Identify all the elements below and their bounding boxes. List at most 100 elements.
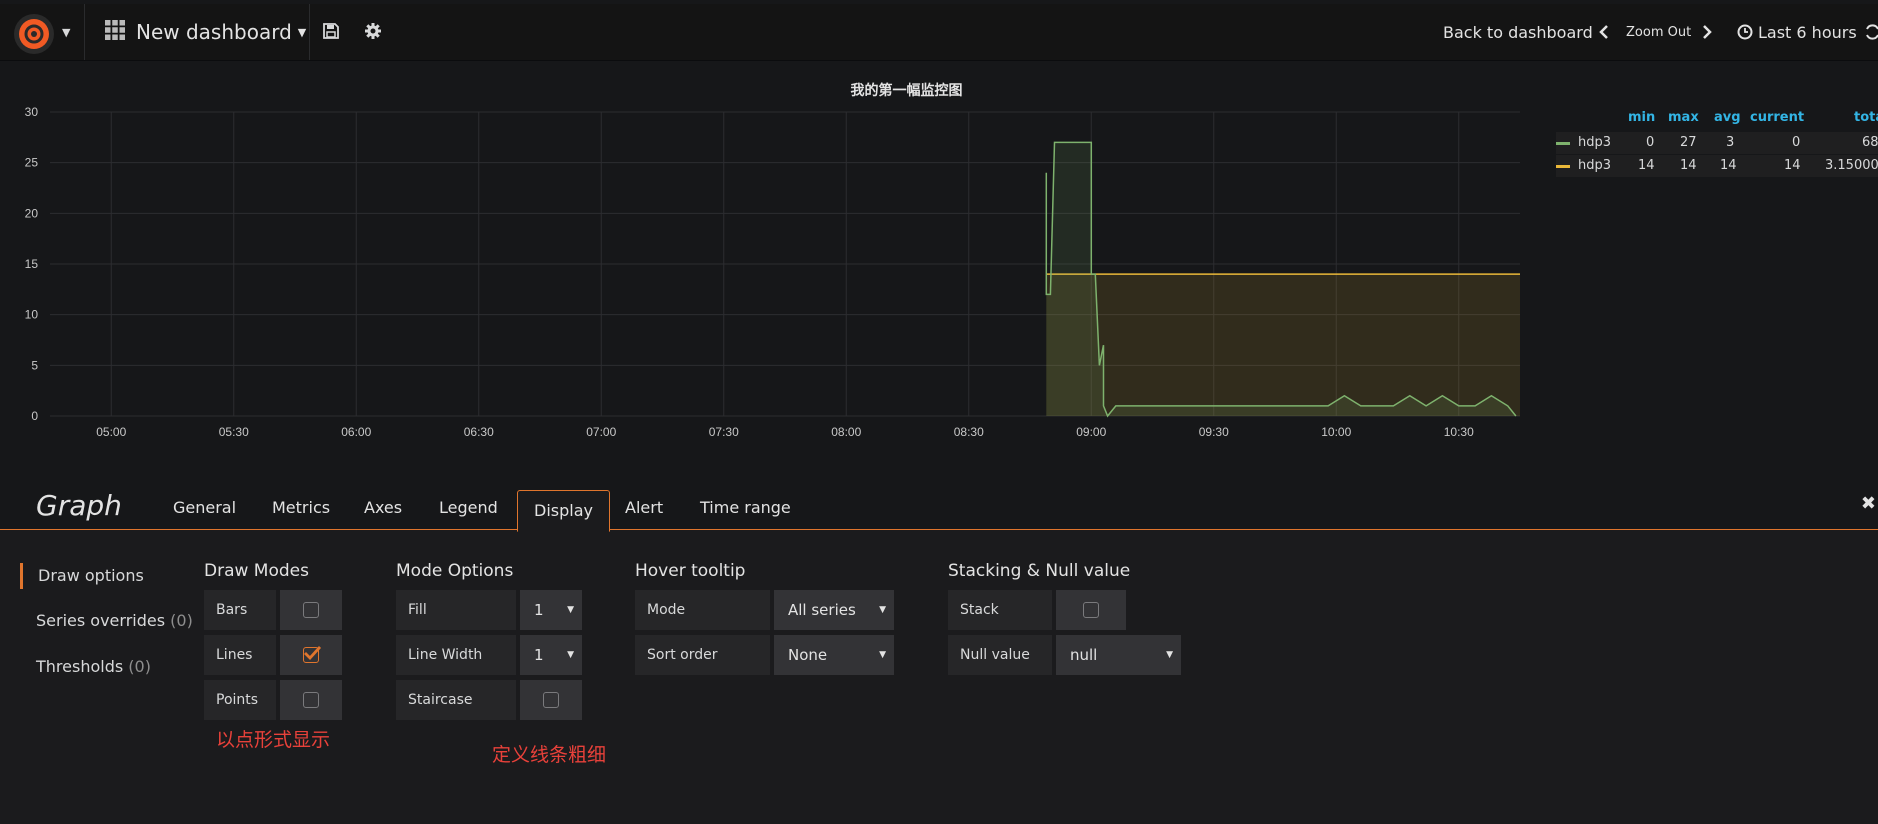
- dashboard-title: New dashboard: [136, 20, 292, 44]
- chevron-right-icon[interactable]: [1702, 4, 1712, 60]
- legend-min: 0: [1646, 135, 1655, 150]
- legend-series-name[interactable]: hdp3: [1578, 158, 1611, 173]
- y-tick-label: 10: [25, 308, 39, 322]
- null-value-select[interactable]: null ▼: [1056, 635, 1181, 675]
- dashboard-grid-icon: [104, 19, 126, 46]
- fill-select[interactable]: 1 ▼: [520, 590, 582, 630]
- caret-down-icon: ▼: [567, 605, 574, 615]
- caret-down-icon: ▼: [1166, 650, 1173, 660]
- stack-checkbox-field: [1056, 590, 1126, 630]
- tooltip-mode-label: Mode: [635, 590, 770, 630]
- legend-current: 14: [1784, 158, 1801, 173]
- bars-checkbox[interactable]: [303, 602, 319, 618]
- tab-display[interactable]: Display: [517, 490, 610, 532]
- time-range-label: Last 6 hours: [1758, 22, 1857, 42]
- x-tick-label: 10:30: [1444, 425, 1474, 439]
- zoom-out-button[interactable]: Zoom Out: [1626, 4, 1691, 60]
- active-indicator: [20, 563, 23, 589]
- staircase-checkbox[interactable]: [543, 692, 559, 708]
- caret-down-icon: ▼: [879, 605, 886, 615]
- refresh-icon[interactable]: [1866, 4, 1878, 60]
- close-icon[interactable]: ✖: [1861, 493, 1876, 514]
- legend-col-total[interactable]: total: [1854, 110, 1878, 125]
- y-tick-label: 30: [25, 105, 39, 119]
- panel-type-label: Graph: [36, 489, 122, 522]
- y-tick-label: 15: [25, 257, 39, 271]
- legend-series-name[interactable]: hdp3: [1578, 135, 1611, 150]
- sidebar-item-count: (0): [128, 657, 151, 676]
- legend-col-min[interactable]: min: [1628, 110, 1655, 125]
- stack-label: Stack: [948, 590, 1052, 630]
- tab-legend[interactable]: Legend: [423, 487, 514, 529]
- x-tick-label: 10:00: [1321, 425, 1351, 439]
- legend-current: 0: [1792, 135, 1801, 150]
- line-width-select[interactable]: 1 ▼: [520, 635, 582, 675]
- sidebar-item-series-overrides[interactable]: Series overrides (0): [36, 611, 193, 630]
- legend-color-swatch[interactable]: [1556, 142, 1570, 145]
- sort-order-value: None: [788, 646, 828, 664]
- lines-label: Lines: [204, 635, 276, 675]
- gear-icon[interactable]: [364, 22, 382, 44]
- legend-col-current[interactable]: current: [1750, 110, 1804, 125]
- draw-modes-title: Draw Modes: [204, 561, 309, 581]
- sidebar-item-count: (0): [170, 611, 193, 630]
- legend-col-avg[interactable]: avg: [1714, 110, 1741, 125]
- tooltip-mode-select[interactable]: All series ▼: [774, 590, 894, 630]
- x-tick-label: 06:00: [341, 425, 371, 439]
- x-tick-label: 05:30: [219, 425, 249, 439]
- legend-total: 68: [1862, 135, 1878, 150]
- legend-header: min max avg current total: [1556, 110, 1878, 132]
- tab-alert[interactable]: Alert: [609, 487, 679, 529]
- null-value-label: Null value: [948, 635, 1052, 675]
- points-label: Points: [204, 680, 276, 720]
- sort-order-label: Sort order: [635, 635, 770, 675]
- sort-order-select[interactable]: None ▼: [774, 635, 894, 675]
- check-icon: [304, 646, 321, 661]
- legend-min: 14: [1638, 158, 1655, 173]
- x-tick-label: 08:30: [954, 425, 984, 439]
- grafana-logo[interactable]: [14, 14, 54, 54]
- chevron-left-icon[interactable]: [1599, 4, 1609, 60]
- tab-general[interactable]: General: [157, 487, 252, 529]
- line-width-select-value: 1: [534, 646, 544, 664]
- lines-checkbox-field: [280, 635, 342, 675]
- legend-col-max[interactable]: max: [1668, 110, 1699, 125]
- time-picker-button[interactable]: Last 6 hours: [1737, 4, 1857, 60]
- tab-axes[interactable]: Axes: [348, 487, 418, 529]
- dashboard-picker[interactable]: New dashboard ▼: [104, 16, 306, 48]
- sidebar-item-draw-options[interactable]: Draw options: [38, 566, 144, 585]
- points-checkbox[interactable]: [303, 692, 319, 708]
- tab-metrics[interactable]: Metrics: [256, 487, 346, 529]
- y-tick-label: 25: [25, 156, 39, 170]
- legend-max: 14: [1680, 158, 1697, 173]
- legend-color-swatch[interactable]: [1556, 165, 1570, 168]
- caret-down-icon[interactable]: ▼: [62, 26, 70, 39]
- sidebar-item-thresholds[interactable]: Thresholds (0): [36, 657, 151, 676]
- sidebar-item-label: Series overrides: [36, 611, 166, 630]
- sidebar-item-label: Thresholds: [36, 657, 124, 676]
- legend-row[interactable]: hdp3 14 14 14 14 3.15000: [1556, 155, 1878, 177]
- null-value-value: null: [1070, 646, 1098, 664]
- back-to-dashboard-button[interactable]: Back to dashboard: [1443, 4, 1593, 60]
- x-tick-label: 07:00: [586, 425, 616, 439]
- annotation-line-width-note: 定义线条粗细: [492, 744, 607, 766]
- caret-down-icon: ▼: [567, 650, 574, 660]
- y-tick-label: 20: [25, 206, 39, 220]
- staircase-checkbox-field: [520, 680, 582, 720]
- panel-editor: Graph General Metrics Axes Legend Displa…: [0, 475, 1878, 824]
- legend-row[interactable]: hdp3 0 27 3 0 68: [1556, 132, 1878, 154]
- y-tick-label: 5: [31, 358, 38, 372]
- fill-label: Fill: [396, 590, 516, 630]
- annotation-points-note: 以点形式显示: [216, 729, 331, 751]
- stack-checkbox[interactable]: [1083, 602, 1099, 618]
- points-checkbox-field: [280, 680, 342, 720]
- editor-header: Graph General Metrics Axes Legend Displa…: [0, 475, 1878, 532]
- lines-checkbox[interactable]: [303, 646, 321, 663]
- legend-avg: 14: [1720, 158, 1737, 173]
- x-tick-label: 05:00: [96, 425, 126, 439]
- tab-time-range[interactable]: Time range: [684, 487, 807, 529]
- caret-down-icon: ▼: [879, 650, 886, 660]
- legend-total: 3.15000: [1825, 158, 1878, 173]
- x-tick-label: 08:00: [831, 425, 861, 439]
- save-icon[interactable]: [322, 22, 340, 44]
